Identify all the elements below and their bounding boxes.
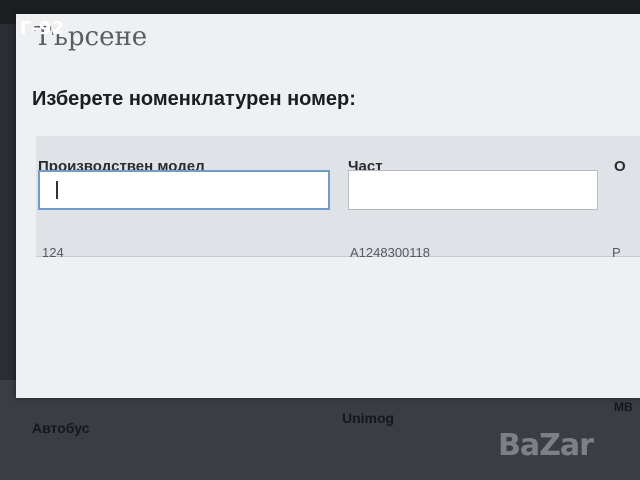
text-cursor xyxy=(56,181,58,199)
table-row-cell-model[interactable]: 124 xyxy=(42,245,64,260)
watermark-logo: BaZar xyxy=(498,428,594,463)
column-header-third: О xyxy=(614,158,626,175)
table-row-cell-part[interactable]: A1248300118 xyxy=(350,245,430,260)
underlying-item-avtobus[interactable]: Автобус xyxy=(32,420,89,436)
table-row-cell-third[interactable]: Р xyxy=(612,245,621,260)
underlying-item-mb[interactable]: МВ xyxy=(614,400,633,414)
underlying-item-unimog[interactable]: Unimog xyxy=(342,410,394,426)
production-model-input[interactable] xyxy=(38,170,330,210)
part-input[interactable] xyxy=(348,170,598,210)
select-number-prompt: Изберете номенклатурен номер: xyxy=(32,88,356,110)
overlay-label: Г-92 xyxy=(20,18,64,39)
